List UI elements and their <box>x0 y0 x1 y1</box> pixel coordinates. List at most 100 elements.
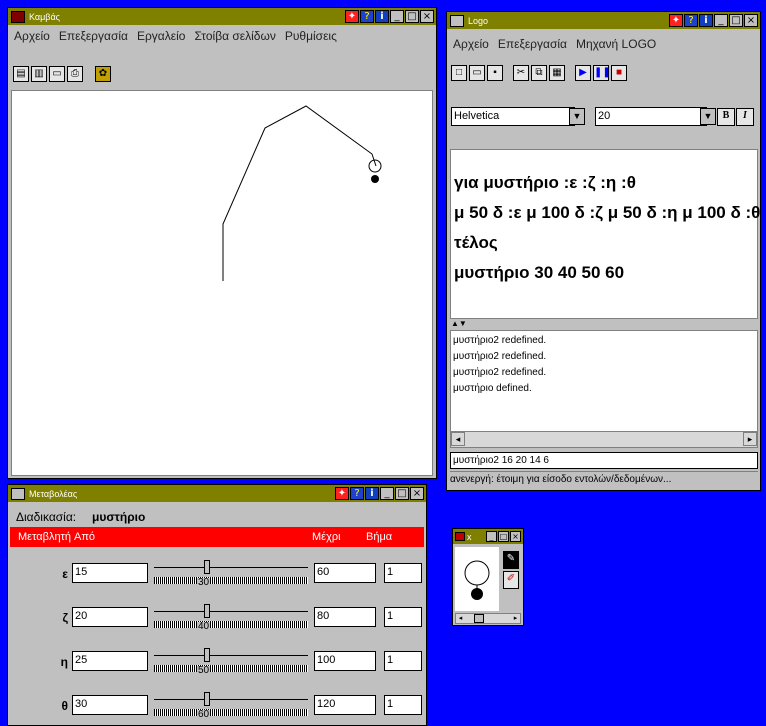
output-line: μυστήριο2 redefined. <box>453 335 547 346</box>
minimize-button[interactable]: _ <box>390 10 404 23</box>
print-icon[interactable]: ⎙ <box>67 66 83 82</box>
horizontal-scrollbar[interactable]: ◂ ▸ <box>451 431 757 447</box>
menu-tool[interactable]: Εργαλείο <box>137 29 185 43</box>
scroll-right-icon[interactable]: ▸ <box>511 614 520 623</box>
param-to-input[interactable]: 120 <box>314 695 376 715</box>
turtle-minimize-button[interactable]: _ <box>486 531 497 542</box>
var-close-button[interactable]: × <box>410 487 424 500</box>
bold-button[interactable]: B <box>717 108 735 126</box>
run-icon[interactable]: ▶ <box>575 65 591 81</box>
help-icon[interactable]: ? <box>360 10 374 23</box>
param-to-input[interactable]: 60 <box>314 563 376 583</box>
pause-icon[interactable]: ❚❚ <box>593 65 611 81</box>
logo-app-icon <box>450 14 464 27</box>
pin-icon[interactable]: ✦ <box>345 10 359 23</box>
param-slider[interactable]: 40 <box>154 599 308 633</box>
param-slider[interactable]: 60 <box>154 687 308 721</box>
var-pin-icon[interactable]: ✦ <box>335 487 349 500</box>
turtle-close-button[interactable]: × <box>510 531 521 542</box>
logo-pin-icon[interactable]: ✦ <box>669 14 683 27</box>
turtle-maximize-button[interactable]: □ <box>498 531 509 542</box>
open-file-icon[interactable]: ▭ <box>469 65 485 81</box>
logo-minimize-button[interactable]: _ <box>714 14 728 27</box>
pencil-icon[interactable]: ✎ <box>503 551 519 569</box>
menu-edit[interactable]: Επεξεργασία <box>59 29 128 43</box>
command-text: μυστήριο2 16 20 14 6 <box>453 455 549 466</box>
param-from-input[interactable]: 25 <box>72 651 148 671</box>
pane-splitter[interactable]: ▲▼ <box>451 319 467 328</box>
editor-line: μυστήριο 30 40 50 60 <box>454 263 625 282</box>
menu-page-stack[interactable]: Στοίβα σελίδων <box>194 29 275 43</box>
copy-icon[interactable]: ⧉ <box>531 65 547 81</box>
menu-file[interactable]: Αρχείο <box>14 29 50 43</box>
open-folder-icon[interactable]: ▭ <box>49 66 65 82</box>
logo-menu-edit[interactable]: Επεξεργασία <box>498 37 567 51</box>
var-help-icon[interactable]: ? <box>350 487 364 500</box>
param-name: θ <box>61 699 69 713</box>
param-step-input[interactable]: 1 <box>384 563 422 583</box>
var-info-icon[interactable]: i <box>365 487 379 500</box>
logo-maximize-button[interactable]: □ <box>729 14 743 27</box>
code-editor[interactable]: για μυστήριο :ε :ζ :η :θ μ 50 δ :ε μ 100… <box>450 149 760 319</box>
turtle-tool-icon[interactable]: ✿ <box>95 66 111 82</box>
save-icon[interactable]: ▪ <box>487 65 503 81</box>
param-from-input[interactable]: 15 <box>72 563 148 583</box>
canvas-menubar: Αρχείο Επεξεργασία Εργαλείο Στοίβα σελίδ… <box>14 26 337 46</box>
param-from-input[interactable]: 20 <box>72 607 148 627</box>
logo-help-icon[interactable]: ? <box>684 14 698 27</box>
slider-thumb[interactable] <box>204 648 210 662</box>
paste-icon[interactable]: ▦ <box>549 65 565 81</box>
italic-button[interactable]: I <box>736 108 754 126</box>
menu-settings[interactable]: Ρυθμίσεις <box>285 29 337 43</box>
param-from-input[interactable]: 30 <box>72 695 148 715</box>
chevron-down-icon[interactable]: ▼ <box>569 108 585 125</box>
procedure-name: μυστήριο <box>92 510 146 524</box>
font-size-select[interactable]: 20 <box>595 107 707 126</box>
turtle-window: x _ □ × ✎ ✐ ◂ ▸ <box>452 528 524 626</box>
slider-thumb[interactable] <box>204 604 210 618</box>
new-page-icon[interactable]: ▤ <box>13 66 29 82</box>
logo-info-icon[interactable]: i <box>699 14 713 27</box>
var-maximize-button[interactable]: □ <box>395 487 409 500</box>
param-step-input[interactable]: 1 <box>384 607 422 627</box>
var-minimize-button[interactable]: _ <box>380 487 394 500</box>
slider-thumb[interactable] <box>204 692 210 706</box>
command-input[interactable]: μυστήριο2 16 20 14 6 <box>450 452 758 469</box>
scroll-right-icon[interactable]: ▸ <box>743 432 757 446</box>
copy-page-icon[interactable]: ▥ <box>31 66 47 82</box>
logo-menu-engine[interactable]: Μηχανή LOGO <box>576 37 656 51</box>
font-name-select[interactable]: Helvetica <box>451 107 575 126</box>
turtle-titlebar[interactable]: x _ □ × <box>453 529 523 544</box>
logo-close-button[interactable]: × <box>744 14 758 27</box>
logo-titlebar[interactable]: Logo ✦ ? i _ □ × <box>447 12 760 29</box>
slider-value: 40 <box>197 621 211 632</box>
cut-icon[interactable]: ✂ <box>513 65 529 81</box>
drawing-canvas[interactable] <box>11 90 433 476</box>
new-file-icon[interactable]: □ <box>451 65 467 81</box>
logo-menu-file[interactable]: Αρχείο <box>453 37 489 51</box>
info-icon[interactable]: i <box>375 10 389 23</box>
param-name: ε <box>62 567 68 581</box>
col-step: Βήμα <box>366 531 393 543</box>
param-step-input[interactable]: 1 <box>384 695 422 715</box>
turtle-app-icon <box>455 532 465 541</box>
param-step-input[interactable]: 1 <box>384 651 422 671</box>
slider-thumb[interactable] <box>204 560 210 574</box>
eraser-icon[interactable]: ✐ <box>503 571 519 589</box>
turtle-scrollbar[interactable]: ◂ ▸ <box>455 613 521 624</box>
maximize-button[interactable]: □ <box>405 10 419 23</box>
close-button[interactable]: × <box>420 10 434 23</box>
canvas-titlebar[interactable]: Καμβάς ✦ ? i _ □ × <box>8 8 436 25</box>
scroll-left-icon[interactable]: ◂ <box>456 614 465 623</box>
scroll-thumb[interactable] <box>474 614 484 623</box>
param-slider[interactable]: 50 <box>154 643 308 677</box>
logo-window: Logo ✦ ? i _ □ × Αρχείο Επεξεργασία Μηχα… <box>446 11 761 491</box>
param-slider[interactable]: 30 <box>154 555 308 589</box>
chevron-down-icon[interactable]: ▼ <box>700 108 716 125</box>
param-to-input[interactable]: 100 <box>314 651 376 671</box>
param-to-input[interactable]: 80 <box>314 607 376 627</box>
variables-titlebar[interactable]: Μεταβολέας ✦ ? i _ □ × <box>8 485 426 502</box>
turtle-preview <box>455 547 499 611</box>
stop-icon[interactable]: ■ <box>611 65 627 81</box>
scroll-left-icon[interactable]: ◂ <box>451 432 465 446</box>
